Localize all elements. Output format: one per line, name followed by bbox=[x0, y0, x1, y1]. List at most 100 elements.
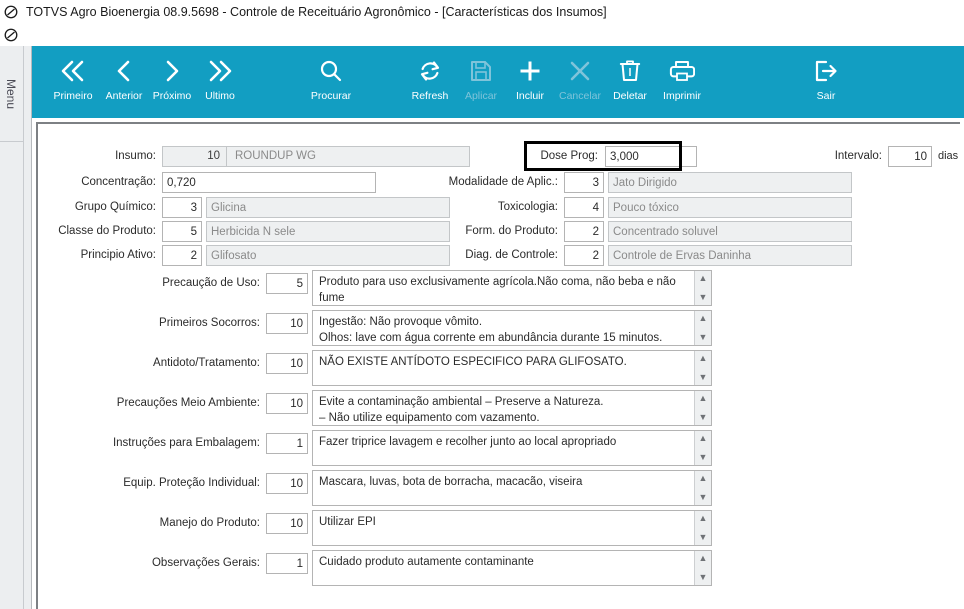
memo-scrollbar[interactable]: ▲ ▼ bbox=[694, 471, 711, 505]
scroll-down-icon[interactable]: ▼ bbox=[699, 573, 708, 582]
toolbar-label: Procurar bbox=[310, 90, 352, 102]
instrucoes-para-embalagem-code-input[interactable] bbox=[266, 433, 308, 454]
toolbar-button-anterior[interactable]: Anterior bbox=[100, 46, 148, 116]
memo-scrollbar[interactable]: ▲ ▼ bbox=[694, 551, 711, 585]
left-rail: Menu bbox=[0, 46, 24, 609]
manejo-do-produto-memo[interactable]: Utilizar EPI ▲ ▼ bbox=[312, 510, 712, 546]
observacoes-gerais-memo[interactable]: Cuidado produto autamente contaminante ▲… bbox=[312, 550, 712, 586]
window-titlebar: TOTVS Agro Bioenergia 08.9.5698 - Contro… bbox=[0, 0, 964, 24]
precaucoes-meio-ambiente-code-input[interactable] bbox=[266, 393, 308, 414]
sidebar-menu-tab[interactable]: Menu bbox=[0, 46, 23, 142]
scroll-up-icon[interactable]: ▲ bbox=[699, 354, 708, 363]
manejo-do-produto-code-input[interactable] bbox=[266, 513, 308, 534]
equip-protecao-individual-memo[interactable]: Mascara, luvas, bota de borracha, macacã… bbox=[312, 470, 712, 506]
toolbar-label: Cancelar bbox=[558, 90, 602, 102]
toolbar-button-procurar[interactable]: Procurar bbox=[302, 46, 360, 116]
precaucao-de-uso-code-input[interactable] bbox=[266, 273, 308, 294]
window-title: TOTVS Agro Bioenergia 08.9.5698 - Contro… bbox=[26, 5, 607, 19]
toolbar-label: Sair bbox=[816, 90, 836, 102]
toolbar-button-ultimo[interactable]: Ultimo bbox=[196, 46, 244, 116]
scroll-up-icon[interactable]: ▲ bbox=[699, 274, 708, 283]
toolbar-button-proximo[interactable]: Próximo bbox=[148, 46, 196, 116]
scroll-down-icon[interactable]: ▼ bbox=[699, 333, 708, 342]
label-principio-ativo: Principio Ativo: bbox=[80, 249, 156, 261]
plus-icon bbox=[517, 54, 543, 88]
observacoes-gerais-code-input[interactable] bbox=[266, 553, 308, 574]
double-chevron-left-icon bbox=[58, 54, 88, 88]
primeiros-socorros-memo[interactable]: Ingestão: Não provoque vômito. Olhos: la… bbox=[312, 310, 712, 346]
toxicologia-code-input[interactable] bbox=[564, 197, 604, 218]
label-observacoes-gerais: Observações Gerais: bbox=[151, 557, 260, 569]
instrucoes-para-embalagem-memo[interactable]: Fazer triprice lavagem e recolher junto … bbox=[312, 430, 712, 466]
modalidade-code-input[interactable] bbox=[564, 172, 604, 193]
label-antidoto-tratamento: Antidoto/Tratamento: bbox=[153, 357, 260, 369]
principio-ativo-code-input[interactable] bbox=[162, 245, 202, 266]
memo-text: Mascara, luvas, bota de borracha, macacã… bbox=[319, 476, 583, 488]
grupo-quimico-code-input[interactable] bbox=[162, 197, 202, 218]
modalidade-text bbox=[608, 172, 852, 193]
scroll-down-icon[interactable]: ▼ bbox=[699, 533, 708, 542]
memo-scrollbar[interactable]: ▲ ▼ bbox=[694, 431, 711, 465]
double-chevron-right-icon bbox=[205, 54, 235, 88]
trash-icon bbox=[618, 54, 642, 88]
primeiros-socorros-code-input[interactable] bbox=[266, 313, 308, 334]
memo-scrollbar[interactable]: ▲ ▼ bbox=[694, 391, 711, 425]
memo-text: Fazer triprice lavagem e recolher junto … bbox=[319, 436, 617, 448]
scroll-up-icon[interactable]: ▲ bbox=[699, 514, 708, 523]
scroll-down-icon[interactable]: ▼ bbox=[699, 373, 708, 382]
scroll-up-icon[interactable]: ▲ bbox=[699, 554, 708, 563]
diag-controle-code-input[interactable] bbox=[564, 245, 604, 266]
memo-text: Ingestão: Não provoque vômito. Olhos: la… bbox=[319, 316, 663, 344]
scroll-down-icon[interactable]: ▼ bbox=[699, 453, 708, 462]
diag-controle-text bbox=[608, 245, 852, 266]
label-manejo-do-produto: Manejo do Produto: bbox=[159, 517, 260, 529]
scroll-down-icon[interactable]: ▼ bbox=[699, 293, 708, 302]
memo-text: Cuidado produto autamente contaminante bbox=[319, 556, 534, 568]
main-toolbar: Primeiro Anterior Próximo Ultimo Procura… bbox=[32, 46, 964, 118]
save-icon bbox=[469, 54, 493, 88]
concentracao-input[interactable] bbox=[162, 172, 376, 193]
label-precaucao-de-uso: Precaução de Uso: bbox=[162, 277, 260, 289]
toolbar-label: Refresh bbox=[411, 90, 449, 102]
memo-scrollbar[interactable]: ▲ ▼ bbox=[694, 311, 711, 345]
toolbar-button-refresh[interactable]: Refresh bbox=[404, 46, 456, 116]
precaucoes-meio-ambiente-memo[interactable]: Evite a contaminação ambiental – Preserv… bbox=[312, 390, 712, 426]
scroll-up-icon[interactable]: ▲ bbox=[699, 474, 708, 483]
scroll-down-icon[interactable]: ▼ bbox=[699, 493, 708, 502]
antidoto-tratamento-memo[interactable]: NÃO EXISTE ANTÍDOTO ESPECIFICO PARA GLIF… bbox=[312, 350, 712, 386]
refresh-icon bbox=[417, 54, 443, 88]
memo-text: NÃO EXISTE ANTÍDOTO ESPECIFICO PARA GLIF… bbox=[319, 356, 627, 368]
label-dose-prog: Dose Prog: bbox=[540, 150, 598, 162]
toolbar-button-primeiro[interactable]: Primeiro bbox=[46, 46, 100, 116]
memo-scrollbar[interactable]: ▲ ▼ bbox=[694, 271, 711, 305]
scroll-up-icon[interactable]: ▲ bbox=[699, 434, 708, 443]
memo-text: Produto para uso exclusivamente agrícola… bbox=[319, 276, 676, 304]
form-produto-text bbox=[608, 221, 852, 242]
label-form-produto: Form. do Produto: bbox=[465, 225, 558, 237]
scroll-down-icon[interactable]: ▼ bbox=[699, 413, 708, 422]
memo-scrollbar[interactable]: ▲ ▼ bbox=[694, 351, 711, 385]
label-concentracao: Concentração: bbox=[81, 176, 156, 188]
toolbar-label: Anterior bbox=[105, 90, 143, 102]
toolbar-button-sair[interactable]: Sair bbox=[802, 46, 850, 116]
label-insumo: Insumo: bbox=[115, 150, 156, 162]
form-produto-code-input[interactable] bbox=[564, 221, 604, 242]
prohibition-icon-2[interactable] bbox=[4, 28, 18, 42]
toolbar-button-incluir[interactable]: Incluir bbox=[506, 46, 554, 116]
toolbar-label: Incluir bbox=[515, 90, 544, 102]
prohibition-icon[interactable] bbox=[4, 5, 18, 19]
memo-scrollbar[interactable]: ▲ ▼ bbox=[694, 511, 711, 545]
intervalo-input[interactable] bbox=[888, 146, 932, 167]
scroll-up-icon[interactable]: ▲ bbox=[699, 314, 708, 323]
toolbar-button-deletar[interactable]: Deletar bbox=[606, 46, 654, 116]
antidoto-tratamento-code-input[interactable] bbox=[266, 353, 308, 374]
precaucao-de-uso-memo[interactable]: Produto para uso exclusivamente agrícola… bbox=[312, 270, 712, 306]
form-panel: Insumo: 10 ROUNDUP WG Dose Prog: Interva… bbox=[36, 122, 960, 609]
secondary-bar bbox=[0, 24, 964, 46]
toolbar-button-imprimir[interactable]: Imprimir bbox=[654, 46, 710, 116]
scroll-up-icon[interactable]: ▲ bbox=[699, 394, 708, 403]
memo-text: Evite a contaminação ambiental – Preserv… bbox=[319, 396, 604, 424]
classe-produto-code-input[interactable] bbox=[162, 221, 202, 242]
equip-protecao-individual-code-input[interactable] bbox=[266, 473, 308, 494]
dose-prog-input[interactable] bbox=[605, 146, 697, 167]
